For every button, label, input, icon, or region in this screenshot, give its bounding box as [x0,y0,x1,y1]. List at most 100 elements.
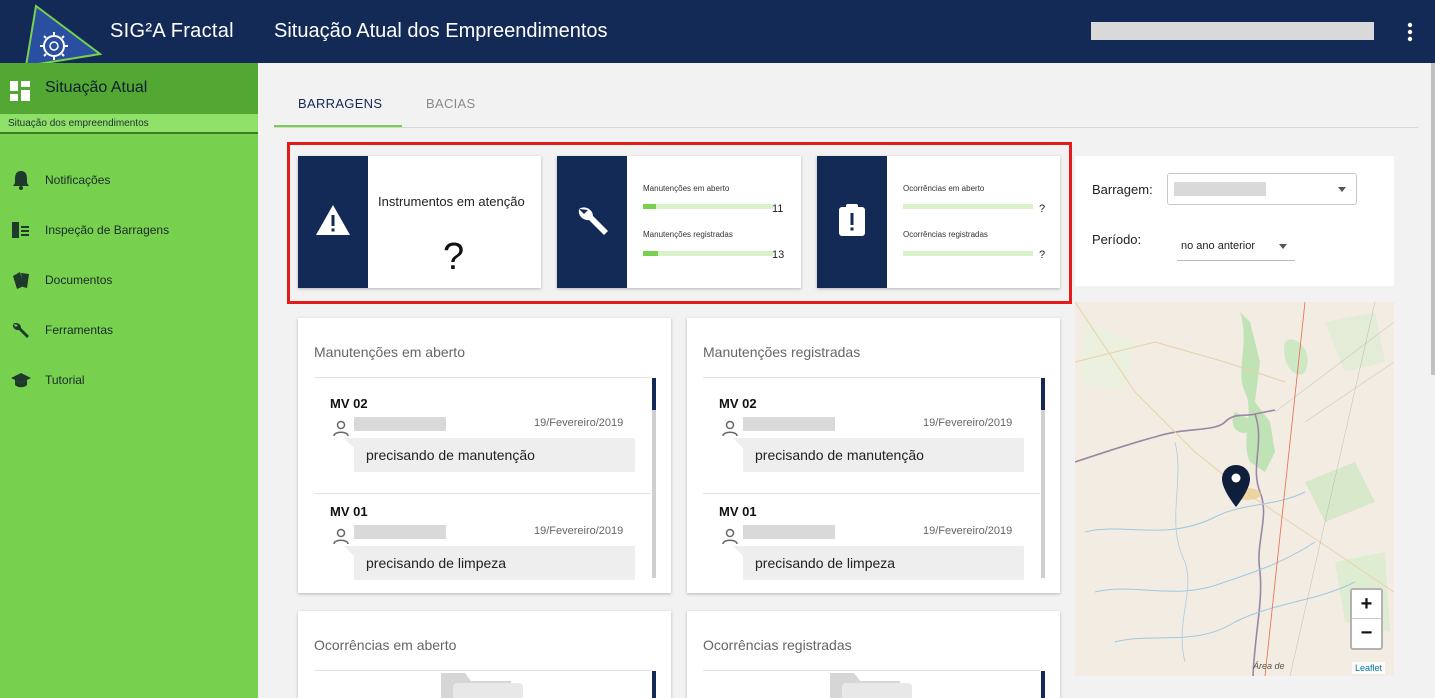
entry-message: precisando de limpeza [344,546,635,580]
entry-date: 19/Fevereiro/2019 [534,417,624,429]
sidebar-item-label: Situação Atual [45,79,148,96]
entry-message-text: precisando de limpeza [755,555,896,571]
map-zoom-control: + − [1350,588,1383,650]
periodo-select-underline [1177,260,1295,261]
map-marker-icon[interactable] [1221,464,1251,508]
person-icon [333,528,349,545]
kpi-registered-bar [643,251,773,256]
kpi-card-ocorrencias[interactable]: Ocorrências em aberto ? Ocorrências regi… [817,156,1060,288]
kpi-registered-value: ? [1039,249,1046,261]
warning-icon [316,205,350,235]
entry-title[interactable]: MV 01 [330,504,368,519]
app-name: SIG²A Fractal [110,20,234,42]
inspection-icon [12,222,29,238]
tab-bacias[interactable]: BACIAS [426,96,475,111]
kpi-open-label: Manutenções em aberto [643,184,730,193]
sidebar-item-ferramentas[interactable]: Ferramentas [0,312,258,348]
sidebar-item-label: Tutorial [45,373,85,387]
page-scrollbar[interactable] [1431,63,1435,375]
wrench-icon [578,207,608,235]
divider [314,493,651,494]
kpi-card-manutencoes[interactable]: Manutenções em aberto 11 Manutenções reg… [557,156,801,288]
folder-empty-icon [441,673,523,698]
top-bar: SIG²A Fractal Situação Atual dos Empreen… [0,0,1435,68]
sidebar: Situação Atual Situação dos empreendimen… [0,63,258,698]
entry-message: precisando de limpeza [733,546,1024,580]
kpi-open-value: 11 [772,203,784,215]
person-icon [722,420,738,437]
entry-author-redacted [743,417,835,431]
list-card-title: Manutenções registradas [703,344,861,360]
kpi-open-bar [903,204,1033,209]
kpi-icon-box [298,156,368,288]
tab-divider [274,127,1418,128]
entry-message: precisando de manutenção [733,438,1024,472]
periodo-label: Período: [1092,232,1142,247]
divider [314,377,651,378]
sidebar-subitem-label: Situação dos empreendimentos [8,118,149,129]
sidebar-item-label: Notificações [45,173,111,187]
sidebar-subitem-empreendimentos[interactable]: Situação dos empreendimentos [0,114,258,134]
kpi-registered-value: 13 [772,249,785,261]
entry-author-redacted [743,525,835,539]
divider [703,493,1040,494]
entry-title[interactable]: MV 02 [330,396,368,411]
list-card-ocorrencias-registradas: Ocorrências registradas [687,611,1060,698]
entry-message-text: precisando de manutenção [366,447,535,463]
zoom-in-button[interactable]: + [1352,590,1381,619]
kpi-card-instrumentos[interactable]: Instrumentos em atenção ? [298,156,541,288]
chevron-down-icon [1338,187,1346,192]
kpi-registered-label: Ocorrências registradas [903,230,988,239]
kpi-registered-bar [903,251,1033,256]
list-card-title: Manutenções em aberto [314,344,465,360]
entry-title[interactable]: MV 01 [719,504,757,519]
kpi-registered-label: Manutenções registradas [643,230,733,239]
filters-panel: Barragem: Período: no ano anterior [1075,156,1394,286]
list-card-manutencoes-registradas: Manutenções registradas MV 02 19/Feverei… [687,318,1060,593]
documents-icon [13,272,29,289]
list-card-manutencoes-aberto: Manutenções em aberto MV 02 19/Fevereiro… [298,318,671,593]
sidebar-item-tutorial[interactable]: Tutorial [0,362,258,398]
list-scrollbar-thumb[interactable] [1041,671,1045,698]
entry-author-redacted [354,525,446,539]
list-card-title: Ocorrências em aberto [314,637,457,653]
entry-date: 19/Fevereiro/2019 [534,525,624,537]
page-title: Situação Atual dos Empreendimentos [274,20,608,42]
kpi-title: Instrumentos em atenção [378,194,525,209]
barragem-select[interactable] [1167,173,1357,205]
divider [703,377,1040,378]
zoom-out-button[interactable]: − [1352,619,1381,648]
tab-barragens[interactable]: BARRAGENS [298,96,382,111]
logo-icon[interactable] [22,4,102,72]
list-scrollbar-thumb[interactable] [652,671,656,698]
graduation-cap-icon [11,373,31,388]
bell-icon [13,171,29,190]
sidebar-item-inspecao[interactable]: Inspeção de Barragens [0,212,258,248]
entry-date: 19/Fevereiro/2019 [923,525,1013,537]
barragem-label: Barragem: [1092,182,1153,197]
entry-title[interactable]: MV 02 [719,396,757,411]
user-name-redacted [1091,22,1374,40]
sidebar-item-notificacoes[interactable]: Notificações [0,162,258,198]
list-card-title: Ocorrências registradas [703,637,852,653]
kpi-value: ? [443,236,465,278]
more-vert-icon[interactable] [1399,18,1421,46]
chevron-down-icon[interactable] [1279,244,1287,249]
sidebar-item-label: Documentos [45,273,113,287]
map-attribution-link[interactable]: Leaflet [1352,662,1386,674]
person-icon [333,420,349,437]
list-scrollbar-thumb[interactable] [1041,378,1045,410]
kpi-open-label: Ocorrências em aberto [903,184,985,193]
map-area-label: Área de [1253,661,1285,671]
entry-message-text: precisando de limpeza [366,555,507,571]
folder-empty-icon [830,673,912,698]
wrench-icon [12,323,29,338]
kpi-icon-box [817,156,887,288]
entry-author-redacted [354,417,446,431]
list-scrollbar-thumb[interactable] [652,378,656,410]
person-icon [722,528,738,545]
sidebar-item-situacao-atual[interactable]: Situação Atual [0,63,258,114]
sidebar-item-documentos[interactable]: Documentos [0,262,258,298]
kpi-open-bar [643,204,773,209]
periodo-select[interactable]: no ano anterior [1181,240,1255,252]
